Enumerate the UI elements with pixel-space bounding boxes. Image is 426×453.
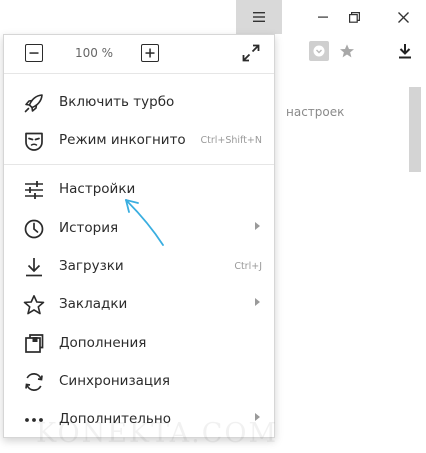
page-background-text: настроек [286, 105, 345, 119]
download-icon [26, 258, 42, 277]
downloads-button[interactable] [394, 40, 416, 62]
scrollbar-thumb[interactable] [409, 87, 421, 172]
minus-icon [29, 52, 39, 54]
bookmark-star-button[interactable] [337, 41, 357, 61]
menu-item-incognito[interactable]: Режим инкогнито Ctrl+Shift+N [4, 122, 274, 158]
close-button[interactable] [380, 0, 426, 34]
menu-item-downloads[interactable]: Загрузки Ctrl+J [4, 248, 274, 284]
menu-item-shortcut: Ctrl+Shift+N [200, 135, 262, 146]
protect-button[interactable] [309, 41, 329, 61]
menu-item-label: Включить турбо [59, 94, 175, 110]
menu-item-turbo[interactable]: Включить турбо [4, 84, 274, 120]
menu-item-sync[interactable]: Синхронизация [4, 363, 274, 399]
minimize-icon [318, 16, 328, 18]
menu-item-label: История [59, 220, 119, 236]
submenu-arrow-icon [255, 298, 260, 306]
menu-item-label: Настройки [59, 181, 136, 197]
menu-item-label: Закладки [59, 296, 128, 312]
menu-item-history[interactable]: История [4, 210, 274, 246]
submenu-arrow-icon [255, 222, 260, 230]
menu-divider [4, 73, 274, 74]
plus-icon [145, 48, 155, 58]
zoom-in-button[interactable] [141, 44, 159, 62]
restore-icon [348, 11, 360, 23]
menu-item-extensions[interactable]: Дополнения [4, 325, 274, 361]
close-icon [397, 11, 409, 23]
clock-icon [24, 219, 44, 239]
browser-menu-button[interactable] [236, 0, 282, 34]
fullscreen-icon [242, 44, 260, 62]
menu-item-shortcut: Ctrl+J [234, 261, 262, 272]
zoom-level: 100 % [74, 46, 114, 60]
restore-button[interactable] [331, 0, 377, 34]
menu-item-label: Режим инкогнито [59, 132, 186, 148]
hamburger-icon [253, 12, 265, 22]
browser-dropdown-menu: 100 % Включить турбо Режим инкогнито Ctr… [3, 34, 275, 438]
rocket-icon [24, 94, 43, 113]
zoom-row: 100 % [4, 35, 274, 73]
menu-divider [4, 164, 274, 165]
star-icon [340, 44, 354, 58]
download-icon [399, 44, 411, 59]
settings-sliders-icon [25, 181, 43, 199]
menu-item-label: Синхронизация [59, 373, 170, 389]
menu-item-settings[interactable]: Настройки [4, 171, 274, 207]
menu-item-label: Загрузки [59, 258, 124, 274]
zoom-out-button[interactable] [25, 44, 43, 62]
incognito-mask-icon [25, 132, 43, 151]
fullscreen-button[interactable] [242, 44, 260, 62]
extensions-icon [25, 334, 44, 353]
watermark: KONEKTA.COM [36, 418, 279, 449]
menu-item-bookmarks[interactable]: Закладки [4, 286, 274, 322]
menu-item-label: Дополнения [59, 335, 147, 351]
protect-icon [313, 45, 325, 57]
sync-icon [25, 373, 43, 391]
star-outline-icon [23, 294, 45, 315]
